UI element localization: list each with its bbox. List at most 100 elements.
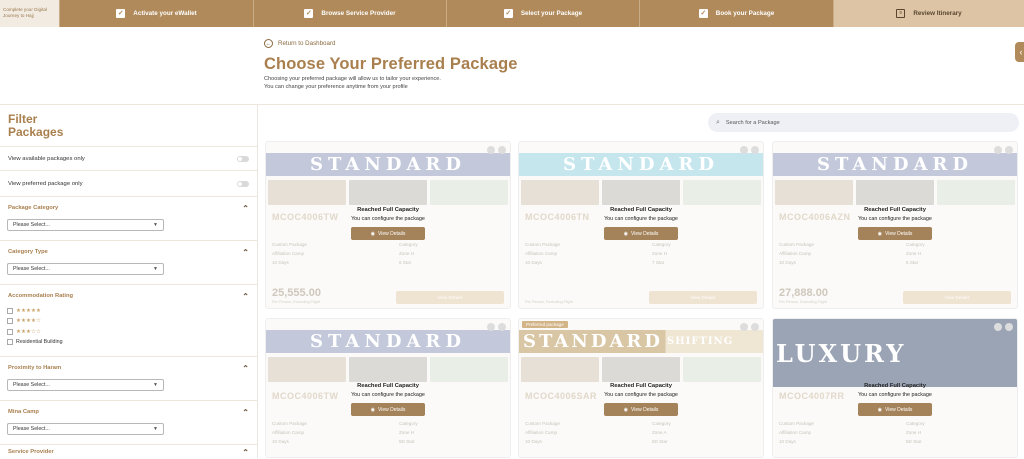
checkbox[interactable] [7, 318, 13, 325]
section-header[interactable]: Category Type ⌃ [0, 241, 257, 263]
package-card[interactable]: STANDARD MCOC4006TN Custom Package Affili… [518, 141, 764, 309]
view-details-button[interactable]: ◉ View Details [858, 403, 932, 416]
share-icon[interactable] [740, 146, 748, 154]
package-meta: Custom Package Affiliation Camp 10 Days [272, 242, 307, 265]
filter-preferred-row: View preferred package only [0, 170, 257, 196]
view-details-button[interactable]: ◉ View Details [604, 403, 678, 416]
heart-icon[interactable] [1005, 323, 1013, 331]
book-button[interactable]: View Details [649, 291, 757, 304]
card-actions [740, 323, 759, 331]
section-header[interactable]: Proximity to Haram ⌃ [0, 357, 257, 379]
check-icon: ✓ [503, 9, 513, 18]
step-browse-provider[interactable]: ✓ Browse Service Provider [253, 0, 446, 27]
step-label: Review Itinerary [913, 10, 962, 17]
page-title: Choose Your Preferred Package [264, 55, 518, 73]
eye-icon: ◉ [623, 230, 628, 237]
full-capacity-overlay: Reached Full Capacity You can configure … [773, 383, 1017, 416]
section-header[interactable]: Service Provider ⌃ [0, 445, 257, 459]
share-icon[interactable] [487, 323, 495, 331]
package-card[interactable]: Preferred package STANDARD SHIFTING MCOC… [518, 318, 764, 458]
share-icon[interactable] [487, 146, 495, 154]
package-photos [266, 176, 510, 205]
chevron-up-icon: ⌃ [242, 447, 249, 457]
step-activate-ewallet[interactable]: ✓ Activate your eWallet [59, 0, 253, 27]
heart-icon[interactable] [1005, 146, 1013, 154]
available-toggle[interactable] [237, 155, 249, 162]
rating-4-option[interactable]: ★★★★☆ [7, 318, 257, 326]
chevron-up-icon: ⌃ [242, 407, 249, 417]
page-subtitle: Choosing your preferred package will all… [264, 76, 441, 82]
checkbox[interactable] [7, 328, 13, 335]
filter-title: Filter Packages [8, 112, 64, 139]
share-icon[interactable] [994, 323, 1002, 331]
package-banner: STANDARD [266, 330, 510, 353]
preferred-badge: Preferred package [522, 321, 568, 328]
eye-icon: ◉ [877, 230, 882, 237]
filter-accommodation: Accommodation Rating ⌃ ★★★★★ ★★★★☆ ★★★☆☆… [0, 284, 257, 356]
chevron-down-icon: ▼ [153, 222, 158, 228]
category-type-select[interactable]: Please Select... ▼ [7, 263, 164, 275]
checkbox[interactable] [7, 307, 13, 314]
eye-icon: ◉ [623, 406, 628, 413]
return-to-dashboard-link[interactable]: ← Return to Dashboard [264, 39, 335, 48]
chevron-up-icon: ⌃ [242, 247, 249, 257]
share-icon[interactable] [994, 146, 1002, 154]
package-meta: Custom Package Affiliation Camp 10 Days [525, 421, 560, 444]
preferred-toggle[interactable] [237, 180, 249, 187]
heart-icon[interactable] [751, 323, 759, 331]
star-icon: ★★★★★ [16, 307, 42, 314]
package-meta: Category Zone H 5D Star [399, 421, 418, 444]
heart-icon[interactable] [498, 146, 506, 154]
heart-icon[interactable] [498, 323, 506, 331]
package-meta: Custom Package Affiliation Camp 10 Days [272, 421, 307, 444]
package-search-input[interactable]: ⌕ Search for a Package [708, 113, 1019, 132]
price-note: Per Person, Excluding Flight [779, 300, 827, 304]
package-banner: STANDARD [773, 153, 1017, 176]
package-meta: Category Zone H5 Star [906, 242, 925, 265]
filter-available-row: View available packages only [0, 146, 257, 170]
step-book-package[interactable]: ✓ Book your Package [639, 0, 833, 27]
chevron-up-icon: ⌃ [242, 203, 249, 213]
checkbox[interactable] [7, 339, 13, 346]
package-meta: Custom Package Affiliation Camp 10 Days [779, 421, 814, 444]
collapse-tab-chevron-icon[interactable]: ‹ [1015, 42, 1024, 62]
book-button[interactable]: View Details [903, 291, 1011, 304]
full-capacity-overlay: Reached Full Capacity You can configure … [519, 207, 763, 240]
filter-mina-camp: Mina Camp ⌃ Please Select... ▼ [0, 400, 257, 444]
step-review-itinerary[interactable]: ≡ Review Itinerary [833, 0, 1024, 27]
package-card[interactable]: STANDARD MCOC4006TW Custom Package Affili… [265, 318, 511, 458]
package-category-select[interactable]: Please Select... ▼ [7, 219, 164, 231]
full-capacity-overlay: Reached Full Capacity You can configure … [519, 383, 763, 416]
eye-icon: ◉ [370, 406, 375, 413]
view-details-button[interactable]: ◉ View Details [351, 403, 425, 416]
heart-icon[interactable] [751, 146, 759, 154]
card-actions [994, 146, 1013, 154]
step-select-package[interactable]: ✓ Select your Package [446, 0, 639, 27]
book-button[interactable]: View Details [396, 291, 504, 304]
mina-camp-select[interactable]: Please Select... ▼ [7, 423, 164, 435]
view-details-button[interactable]: ◉ View Details [351, 227, 425, 240]
eye-icon: ◉ [877, 406, 882, 413]
section-header[interactable]: Accommodation Rating ⌃ [0, 285, 257, 307]
filter-proximity: Proximity to Haram ⌃ Please Select... ▼ [0, 356, 257, 400]
package-card[interactable]: STANDARD MCOC4006AZN Custom Package Affil… [772, 141, 1018, 309]
rating-5-option[interactable]: ★★★★★ [7, 307, 257, 315]
progress-bar: Complete your Digital Journey to Hajj ✓ … [0, 0, 1024, 27]
package-photos [266, 353, 510, 382]
share-icon[interactable] [740, 323, 748, 331]
proximity-select[interactable]: Please Select... ▼ [7, 379, 164, 391]
filter-package-category: Package Category ⌃ Please Select... ▼ [0, 196, 257, 240]
package-card[interactable]: STANDARD MCOC4006TW Custom Package Affili… [265, 141, 511, 309]
chevron-down-icon: ▼ [153, 266, 158, 272]
section-header[interactable]: Mina Camp ⌃ [0, 401, 257, 423]
full-capacity-overlay: Reached Full Capacity You can configure … [266, 383, 510, 416]
package-card[interactable]: LUXURY MCOC4007RR Custom Package Affiliat… [772, 318, 1018, 458]
view-details-button[interactable]: ◉ View Details [604, 227, 678, 240]
residential-option[interactable]: Residential Building [7, 339, 257, 347]
rating-options: ★★★★★ ★★★★☆ ★★★☆☆ Residential Building [0, 307, 257, 346]
section-header[interactable]: Package Category ⌃ [0, 197, 257, 219]
filter-category-type: Category Type ⌃ Please Select... ▼ [0, 240, 257, 284]
rating-3-option[interactable]: ★★★☆☆ [7, 328, 257, 336]
package-banner: STANDARD [519, 153, 763, 176]
view-details-button[interactable]: ◉ View Details [858, 227, 932, 240]
